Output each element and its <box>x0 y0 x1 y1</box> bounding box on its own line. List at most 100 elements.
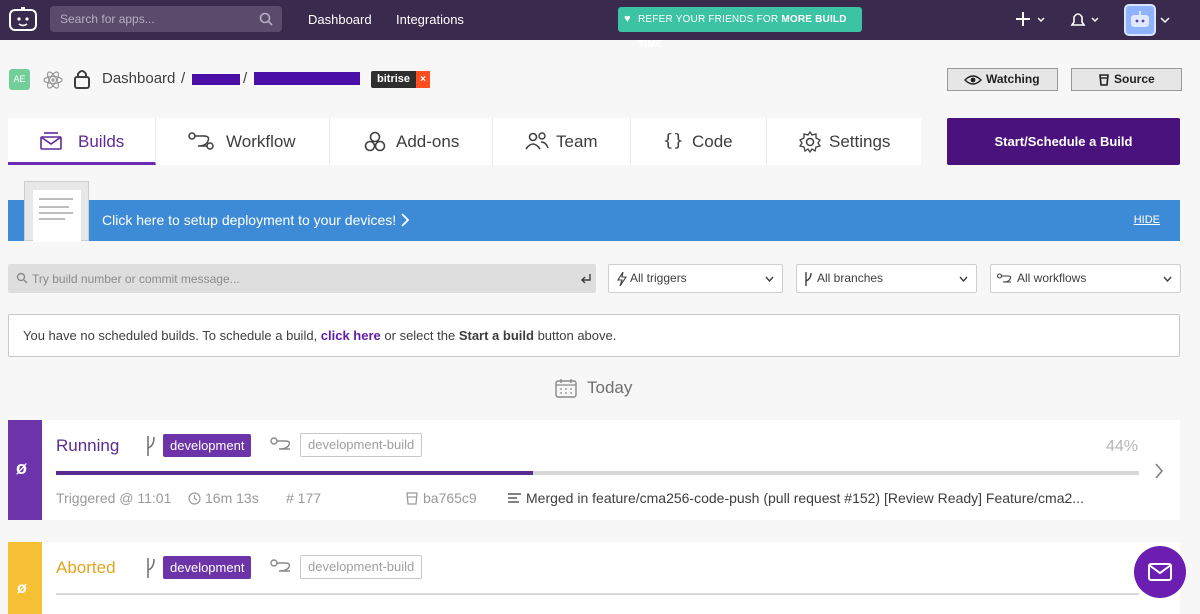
workflows-label: All workflows <box>1017 271 1087 285</box>
status-strip: ø <box>8 420 42 520</box>
chevron-down-icon <box>959 276 968 282</box>
bitrise-logo-icon[interactable] <box>8 6 38 34</box>
workflow-icon <box>270 559 291 572</box>
add-ons-icon <box>364 131 386 152</box>
source-label: Source <box>1114 72 1155 86</box>
mail-icon <box>1148 563 1172 581</box>
build-card-aborted[interactable]: ø Aborted development development-build <box>8 542 1180 614</box>
breadcrumb-separator: / <box>181 70 186 87</box>
workflows-dropdown[interactable]: All workflows <box>990 264 1181 293</box>
start-schedule-build-button[interactable]: Start/Schedule a Build <box>947 118 1180 165</box>
schedule-build-link[interactable]: click here <box>321 328 381 343</box>
aborted-status-icon: ø <box>17 580 27 597</box>
deployment-banner[interactable]: Click here to setup deployment to your d… <box>8 200 1180 241</box>
running-status-icon: ø <box>16 458 27 478</box>
tab-settings[interactable]: Settings <box>767 118 921 165</box>
bitrise-tag: bitrise × <box>371 71 431 88</box>
branches-label: All branches <box>817 271 884 285</box>
refer-friends-button[interactable]: ♥ REFER YOUR FRIENDS FOR MORE BUILD TIME <box>618 7 862 50</box>
triggers-dropdown[interactable]: All triggers <box>608 264 783 293</box>
build-card-running[interactable]: ø Running development development-build … <box>8 420 1180 520</box>
clock-icon <box>188 492 201 505</box>
avatar[interactable] <box>1124 4 1156 36</box>
tab-team[interactable]: Team <box>493 118 631 165</box>
tag-label: bitrise <box>377 73 411 85</box>
chevron-right-icon[interactable] <box>1154 463 1164 479</box>
app-search-placeholder: Search for apps... <box>60 12 155 26</box>
workflow-icon <box>188 132 214 150</box>
top-navbar: Search for apps... Dashboard Integration… <box>0 0 1200 50</box>
branch-icon <box>147 558 155 578</box>
tab-add-ons[interactable]: Add-ons <box>330 118 493 165</box>
chevron-down-icon <box>765 276 774 282</box>
chevron-down-icon[interactable] <box>1160 16 1170 24</box>
breadcrumb-dashboard[interactable]: Dashboard <box>102 70 175 87</box>
progress-track <box>56 593 1139 595</box>
redacted-app-name <box>254 72 360 85</box>
team-icon <box>525 132 549 150</box>
heart-icon: ♥ <box>624 13 631 25</box>
branch-pill: development <box>163 556 252 579</box>
add-menu-icon[interactable] <box>1014 10 1048 30</box>
search-icon <box>259 12 273 26</box>
calendar-icon <box>555 379 577 398</box>
enter-icon <box>581 274 591 284</box>
app-tabs: Builds Workflow Add-ons Team {} Code Set… <box>8 118 921 165</box>
gear-icon <box>799 131 821 153</box>
progress-fill <box>56 471 533 475</box>
build-duration: 16m 13s <box>205 490 259 506</box>
banner-hide-link[interactable]: HIDE <box>1134 214 1160 226</box>
workflow-icon <box>997 273 1012 283</box>
robot-avatar-icon <box>1131 11 1149 27</box>
tab-label: Workflow <box>226 132 296 151</box>
code-braces-icon: {} <box>663 131 684 151</box>
watching-button[interactable]: Watching <box>947 68 1058 91</box>
tab-builds[interactable]: Builds <box>8 118 156 165</box>
progress-track <box>56 471 1139 475</box>
watching-label: Watching <box>986 72 1040 86</box>
tab-label: Team <box>556 132 598 151</box>
build-number: # 177 <box>286 490 322 506</box>
build-status: Running <box>56 436 120 455</box>
app-search-input[interactable]: Search for apps... <box>50 6 282 32</box>
notice-text: or select the <box>380 328 459 343</box>
react-icon <box>43 71 63 89</box>
branch-pill: development <box>163 434 252 457</box>
chevron-down-icon <box>1163 276 1172 282</box>
builds-icon <box>40 132 62 150</box>
tab-code[interactable]: {} Code <box>631 118 767 165</box>
tab-label: Add-ons <box>396 132 460 151</box>
triggered-time: Triggered @ 11:01 <box>56 490 172 506</box>
source-icon <box>1099 74 1109 86</box>
triggers-label: All triggers <box>630 271 687 285</box>
chevron-right-icon <box>401 213 410 227</box>
commit-message: Merged in feature/cma256-code-push (pull… <box>526 490 1084 506</box>
nav-link-integrations[interactable]: Integrations <box>396 12 464 27</box>
nav-link-dashboard[interactable]: Dashboard <box>308 12 372 27</box>
branch-icon <box>805 272 812 286</box>
progress-percent: 44% <box>1105 438 1138 455</box>
lightning-icon <box>617 272 627 286</box>
banner-text: Click here to setup deployment to your d… <box>102 212 397 228</box>
build-status: Aborted <box>56 558 116 577</box>
notice-text: button above. <box>533 328 617 343</box>
source-button[interactable]: Source <box>1071 68 1182 91</box>
message-lines-icon <box>508 493 521 503</box>
branch-icon <box>147 436 155 456</box>
bell-icon[interactable] <box>1068 10 1102 30</box>
tab-label: Code <box>692 132 733 151</box>
document-illustration <box>24 181 89 242</box>
branches-dropdown[interactable]: All branches <box>796 264 977 293</box>
day-label: Today <box>587 378 633 397</box>
search-icon <box>16 272 28 284</box>
support-chat-button[interactable] <box>1134 546 1186 598</box>
notice-text: You have no scheduled builds. To schedul… <box>23 328 321 343</box>
tag-remove-button[interactable]: × <box>416 71 431 88</box>
tab-label: Settings <box>829 132 891 151</box>
lock-icon <box>74 70 90 89</box>
tab-label: Builds <box>78 132 125 151</box>
workflow-pill: development-build <box>300 555 423 579</box>
build-search-input[interactable]: Try build number or commit message... <box>8 264 596 293</box>
tab-workflow[interactable]: Workflow <box>156 118 330 165</box>
workflow-icon <box>270 437 291 450</box>
